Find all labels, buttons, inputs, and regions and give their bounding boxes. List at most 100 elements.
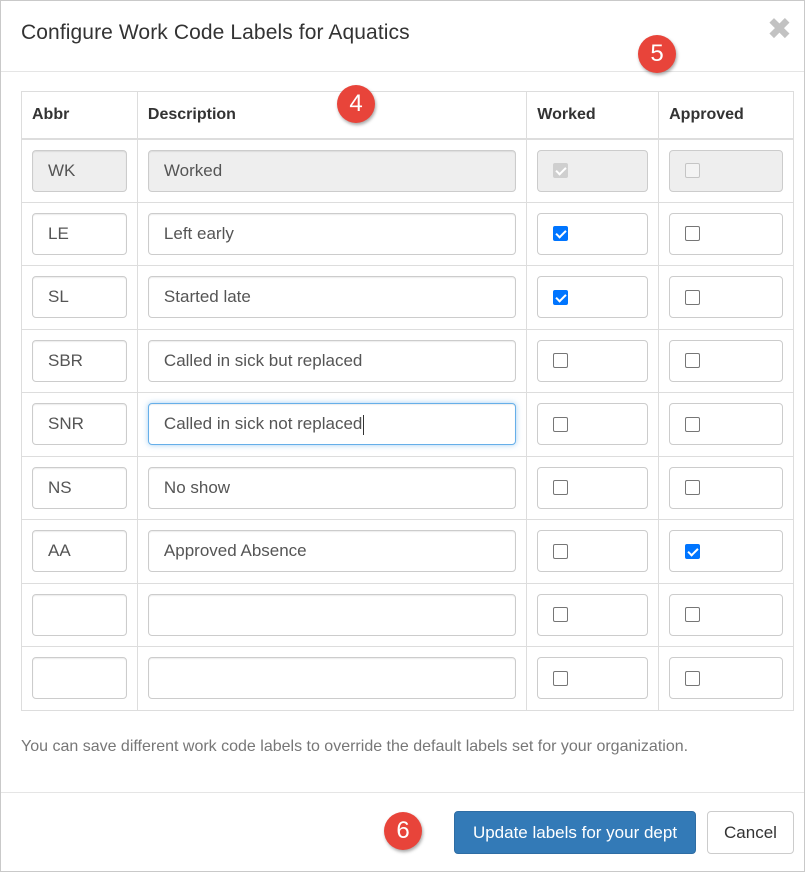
header-approved: Approved <box>658 91 794 140</box>
abbr-cell: WK <box>21 138 138 203</box>
close-icon[interactable]: ✖ <box>767 15 792 45</box>
approved-box <box>669 657 783 700</box>
worked-checkbox[interactable] <box>553 543 569 559</box>
abbr-cell <box>21 582 138 647</box>
worked-cell <box>526 201 660 266</box>
worked-box <box>537 149 649 192</box>
description-cell: Left early <box>136 201 528 266</box>
approved-checkbox[interactable] <box>685 480 701 496</box>
table-row <box>21 582 794 647</box>
annotation-badge-4: 4 <box>337 85 375 123</box>
abbr-input[interactable] <box>32 593 127 636</box>
abbr-input[interactable]: AA <box>32 530 127 573</box>
annotation-badge-6: 6 <box>384 812 422 850</box>
description-input[interactable] <box>147 593 517 636</box>
worked-cell <box>526 582 660 647</box>
description-cell: Worked <box>136 138 528 203</box>
worked-checkbox[interactable] <box>553 353 569 369</box>
worked-cell <box>526 392 660 457</box>
worked-box <box>537 530 649 573</box>
approved-cell <box>658 646 794 711</box>
abbr-input[interactable]: SBR <box>32 339 127 382</box>
configure-work-codes-dialog: Configure Work Code Labels for Aquatics … <box>0 0 805 872</box>
approved-checkbox[interactable] <box>685 670 701 686</box>
worked-checkbox[interactable] <box>553 416 569 432</box>
approved-box <box>669 403 783 446</box>
worked-box <box>537 466 649 509</box>
worked-checkbox[interactable] <box>553 226 569 242</box>
table-row: WK Worked <box>21 138 794 203</box>
worked-cell <box>526 646 660 711</box>
description-input[interactable]: No show <box>147 466 517 509</box>
approved-cell <box>658 582 794 647</box>
worked-cell <box>526 138 660 203</box>
worked-checkbox[interactable] <box>553 480 569 496</box>
description-input[interactable]: Approved Absence <box>147 530 517 573</box>
abbr-input[interactable]: NS <box>32 466 127 509</box>
description-input[interactable] <box>147 657 517 700</box>
abbr-cell: AA <box>21 519 138 584</box>
approved-checkbox[interactable] <box>685 226 701 242</box>
worked-box <box>537 593 649 636</box>
table-row: SNR Called in sick not replaced <box>21 392 794 457</box>
description-text: Left early <box>163 223 234 243</box>
description-text: No show <box>163 477 231 497</box>
description-cell: Approved Absence <box>136 519 528 584</box>
worked-checkbox <box>553 163 569 178</box>
table-row <box>21 646 794 711</box>
approved-checkbox[interactable] <box>685 353 701 369</box>
worked-checkbox[interactable] <box>553 289 569 305</box>
cancel-button[interactable]: Cancel <box>707 811 794 854</box>
abbr-cell: LE <box>21 201 138 266</box>
approved-checkbox[interactable] <box>685 543 701 559</box>
approved-cell <box>658 201 794 266</box>
description-cell <box>136 582 528 647</box>
modal-title: Configure Work Code Labels for Aquatics <box>21 21 410 44</box>
approved-box <box>669 530 783 573</box>
description-text: Called in sick not replaced <box>163 414 363 434</box>
update-labels-button[interactable]: Update labels for your dept <box>454 811 696 854</box>
worked-checkbox[interactable] <box>553 670 569 686</box>
abbr-cell: NS <box>21 455 138 520</box>
description-text: Called in sick but replaced <box>163 350 363 370</box>
worked-box <box>537 403 649 446</box>
description-cell: Started late <box>136 265 528 330</box>
approved-box <box>669 339 783 382</box>
description-input[interactable]: Called in sick but replaced <box>147 339 517 382</box>
abbr-input[interactable]: LE <box>32 212 127 255</box>
abbr-input[interactable]: SNR <box>32 403 127 446</box>
approved-box <box>669 466 783 509</box>
work-codes-table: Abbr Description Worked Approved WK Worke… <box>21 91 794 711</box>
description-input[interactable]: Started late <box>147 276 517 319</box>
description-cell <box>136 646 528 711</box>
approved-checkbox[interactable] <box>685 416 701 432</box>
modal-header: Configure Work Code Labels for Aquatics … <box>1 1 804 72</box>
help-note: You can save different work code labels … <box>21 738 689 755</box>
description-cell: Called in sick but replaced <box>136 328 528 393</box>
approved-cell <box>658 328 794 393</box>
approved-box <box>669 276 783 319</box>
abbr-input[interactable]: SL <box>32 276 127 319</box>
approved-box <box>669 212 783 255</box>
abbr-input[interactable] <box>32 657 127 700</box>
approved-cell <box>658 265 794 330</box>
approved-box <box>669 149 783 192</box>
abbr-input: WK <box>32 149 127 192</box>
description-input[interactable]: Left early <box>147 212 517 255</box>
abbr-cell: SBR <box>21 328 138 393</box>
worked-box <box>537 339 649 382</box>
header-description: Description <box>136 91 528 140</box>
worked-box <box>537 276 649 319</box>
approved-checkbox[interactable] <box>685 607 701 623</box>
description-text: Worked <box>163 160 223 180</box>
approved-box <box>669 593 783 636</box>
worked-cell <box>526 455 660 520</box>
description-input[interactable]: Called in sick not replaced <box>147 403 517 446</box>
approved-checkbox[interactable] <box>685 289 701 305</box>
worked-box <box>537 657 649 700</box>
text-caret <box>363 414 365 435</box>
annotation-badge-5: 5 <box>638 35 676 73</box>
table-row: AA Approved Absence <box>21 519 794 584</box>
description-cell: No show <box>136 455 528 520</box>
worked-checkbox[interactable] <box>553 607 569 623</box>
